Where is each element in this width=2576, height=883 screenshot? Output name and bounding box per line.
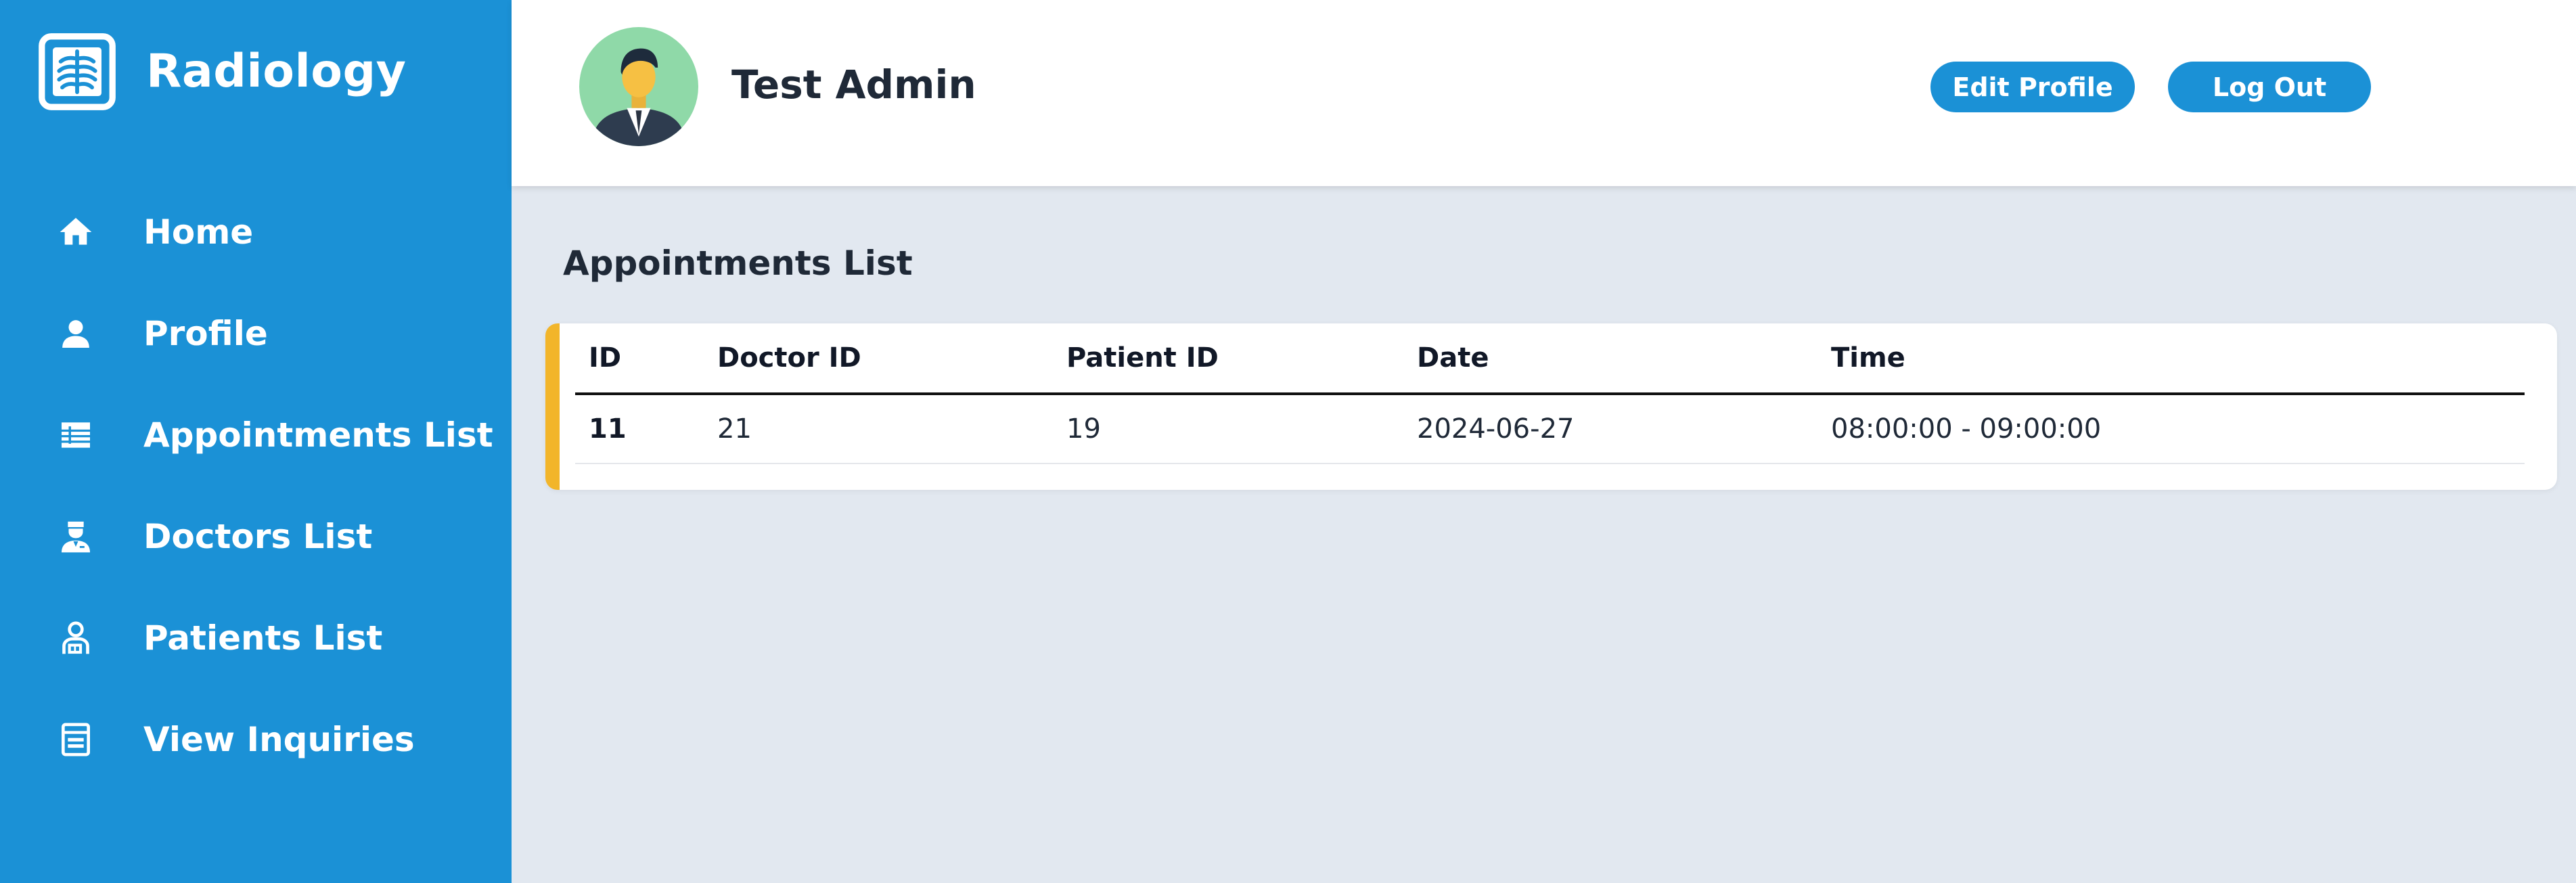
sidebar-item-label: Profile	[143, 314, 268, 353]
sidebar-nav: Home Profile Appointments List Doctors L…	[0, 181, 512, 790]
sidebar-item-patients[interactable]: Patients List	[0, 587, 512, 689]
sidebar-item-label: Home	[143, 212, 254, 252]
brand[interactable]: Radiology	[38, 32, 406, 111]
sidebar-item-label: Doctors List	[143, 517, 373, 556]
column-header-id: ID	[575, 323, 704, 395]
sidebar-item-profile[interactable]: Profile	[0, 283, 512, 384]
column-header-patient-id: Patient ID	[1053, 323, 1403, 395]
xray-chest-icon	[39, 33, 116, 110]
sidebar-item-inquiries[interactable]: View Inquiries	[0, 689, 512, 790]
table-header-row: ID Doctor ID Patient ID Date Time	[575, 323, 2525, 395]
home-icon	[60, 218, 92, 245]
page-title: Appointments List	[563, 244, 913, 283]
cell-date: 2024-06-27	[1403, 394, 1817, 464]
edit-profile-button[interactable]: Edit Profile	[1930, 62, 2135, 112]
brand-name: Radiology	[146, 45, 407, 98]
inquiry-icon	[62, 723, 90, 756]
patient-icon	[62, 621, 89, 654]
column-header-time: Time	[1817, 323, 2525, 395]
user-icon	[62, 320, 89, 348]
top-header: Test Admin Edit Profile Log Out	[512, 0, 2576, 186]
appointments-table: ID Doctor ID Patient ID Date Time 11 21 …	[575, 323, 2525, 464]
cell-doctor-id: 21	[704, 394, 1053, 464]
column-header-doctor-id: Doctor ID	[704, 323, 1053, 395]
sidebar-item-appointments[interactable]: Appointments List	[0, 384, 512, 486]
sidebar-item-home[interactable]: Home	[0, 181, 512, 283]
column-header-date: Date	[1403, 323, 1817, 395]
sidebar-item-label: Patients List	[143, 618, 383, 658]
sidebar-item-label: View Inquiries	[143, 720, 415, 759]
cell-patient-id: 19	[1053, 394, 1403, 464]
avatar[interactable]	[579, 27, 698, 146]
table-row[interactable]: 11 21 19 2024-06-27 08:00:00 - 09:00:00	[575, 394, 2525, 464]
list-icon	[62, 422, 90, 448]
logout-button[interactable]: Log Out	[2168, 62, 2371, 112]
sidebar-item-label: Appointments List	[143, 415, 493, 455]
doctor-icon	[62, 521, 90, 553]
cell-id: 11	[575, 394, 704, 464]
appointments-card: ID Doctor ID Patient ID Date Time 11 21 …	[545, 323, 2557, 490]
user-name: Test Admin	[731, 62, 976, 108]
cell-time: 08:00:00 - 09:00:00	[1817, 394, 2525, 464]
sidebar-item-doctors[interactable]: Doctors List	[0, 486, 512, 587]
sidebar: Radiology Home Profile Appointments List…	[0, 0, 512, 883]
